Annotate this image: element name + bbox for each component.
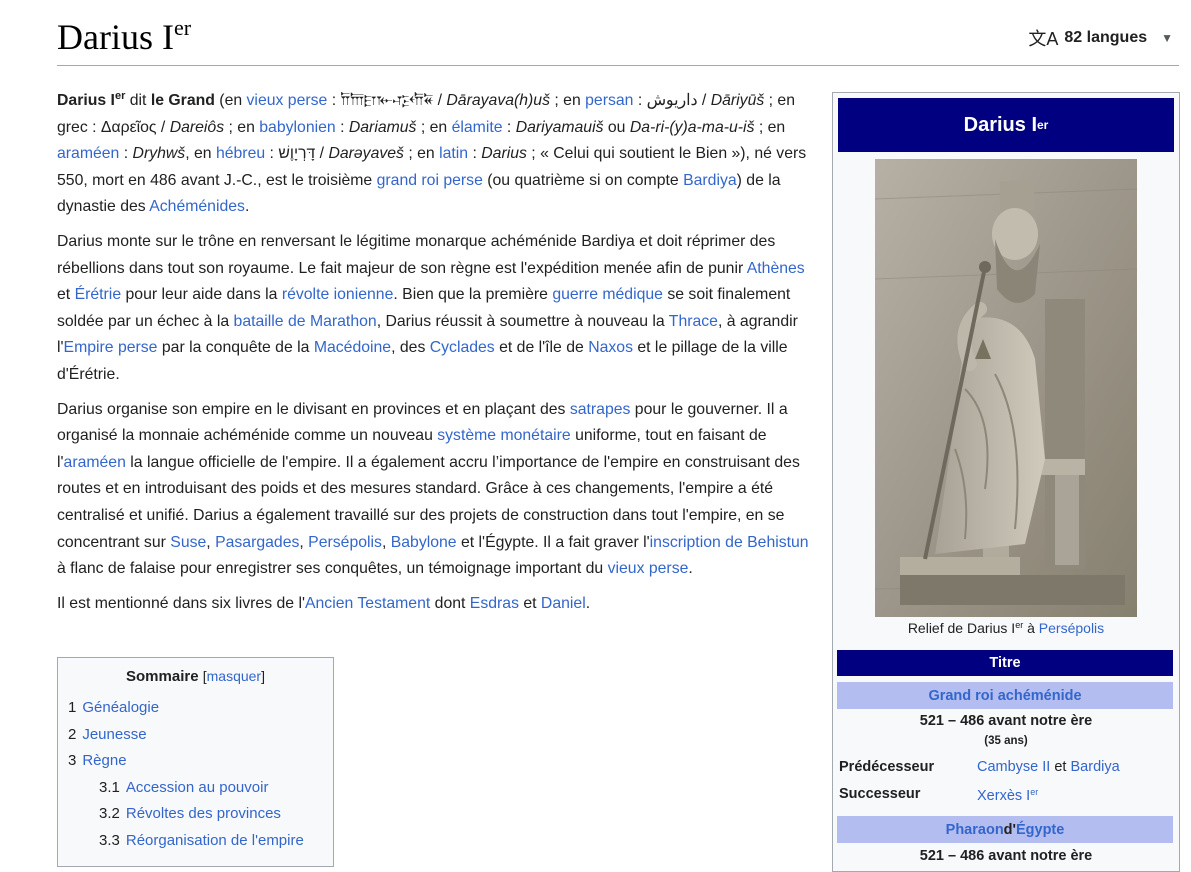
- pharaon-reign-dates: 521 – 486 avant notre ère: [919, 848, 1093, 864]
- link-bardiya[interactable]: Bardiya: [683, 172, 737, 189]
- successor-label: Successeur: [839, 786, 921, 802]
- chevron-down-icon: ▼: [1161, 31, 1173, 45]
- link-persepolis[interactable]: Persépolis: [308, 534, 382, 551]
- link-arameen[interactable]: araméen: [57, 145, 119, 162]
- link-xerxes[interactable]: Xerxès Ier: [977, 788, 1038, 805]
- link-grand-roi-perse[interactable]: grand roi perse: [377, 172, 483, 189]
- infobox-title: Darius Ier: [838, 98, 1174, 152]
- link-macedoine[interactable]: Macédoine: [314, 339, 391, 356]
- toc-item[interactable]: 3 Règne: [68, 748, 323, 775]
- toc-item[interactable]: 2 Jeunesse: [68, 722, 323, 749]
- intro-paragraph: Darius Ier dit le Grand (en vieux perse …: [57, 90, 807, 216]
- link-babylone[interactable]: Babylone: [391, 534, 457, 551]
- link-arameen-2[interactable]: araméen: [64, 454, 126, 471]
- link-behistun[interactable]: inscription de Behistun: [650, 534, 809, 551]
- link-hebreu[interactable]: hébreu: [216, 145, 265, 162]
- link-egypte[interactable]: Égypte: [1016, 822, 1064, 838]
- link-ancien-testament[interactable]: Ancien Testament: [305, 595, 430, 612]
- link-bardiya-infobox[interactable]: Bardiya: [1071, 759, 1120, 775]
- link-guerre-medique[interactable]: guerre médique: [552, 286, 663, 303]
- toc-item[interactable]: 1 Généalogie: [68, 695, 323, 722]
- role-header[interactable]: Grand roi achéménide: [837, 682, 1173, 709]
- link-revolte-ionienne[interactable]: révolte ionienne: [282, 286, 394, 303]
- link-elamite[interactable]: élamite: [452, 119, 503, 136]
- infobox: Darius Ier Relief de Darius Ier à Persép…: [832, 92, 1180, 872]
- link-pasargades[interactable]: Pasargades: [215, 534, 299, 551]
- link-persepolis-caption[interactable]: Persépolis: [1039, 620, 1104, 636]
- predecessor-row: Prédécesseur Cambyse II et Bardiya: [839, 759, 1120, 775]
- darius-relief-illustration: [875, 159, 1137, 617]
- pharaon-header: Pharaon d' Égypte: [837, 816, 1173, 843]
- link-eretrie[interactable]: Érétrie: [75, 286, 122, 303]
- organisation-paragraph: Darius organise son empire en le divisan…: [57, 400, 809, 578]
- link-vieux-perse-2[interactable]: vieux perse: [608, 560, 689, 577]
- toc-title: Sommaire: [126, 668, 199, 685]
- link-systeme-monetaire[interactable]: système monétaire: [437, 427, 570, 444]
- languages-label: 82 langues: [1064, 29, 1148, 46]
- toc-subitem[interactable]: 3.2 Révoltes des provinces: [68, 801, 323, 828]
- link-vieux-perse[interactable]: vieux perse: [247, 92, 328, 109]
- image-caption: Relief de Darius Ier à Persépolis: [907, 620, 1105, 636]
- languages-button[interactable]: 文A 82 langues ▼: [1028, 25, 1173, 51]
- reign-paragraph: Darius monte sur le trône en renversant …: [57, 232, 805, 383]
- link-empire-perse[interactable]: Empire perse: [64, 339, 158, 356]
- relief-image[interactable]: [875, 159, 1137, 617]
- link-latin[interactable]: latin: [439, 145, 468, 162]
- link-suse[interactable]: Suse: [170, 534, 206, 551]
- successor-row: Successeur Xerxès Ier: [839, 786, 1175, 804]
- link-pharaon[interactable]: Pharaon: [946, 822, 1004, 838]
- article-body: Darius Ier dit le Grand (en vieux perse …: [57, 88, 819, 625]
- reign-length: (35 ans): [984, 735, 1028, 747]
- link-satrapes[interactable]: satrapes: [570, 401, 631, 418]
- table-of-contents: Sommaire [masquer] 1 Généalogie 2 Jeunesse…: [57, 657, 334, 867]
- toc-hide-toggle[interactable]: masquer: [207, 668, 261, 684]
- section-titre-header: Titre: [837, 650, 1173, 676]
- link-daniel[interactable]: Daniel: [541, 595, 586, 612]
- toc-subitem[interactable]: 3.1 Accession au pouvoir: [68, 775, 323, 802]
- link-esdras[interactable]: Esdras: [470, 595, 519, 612]
- page-title: Darius Ier: [57, 15, 192, 58]
- link-thrace[interactable]: Thrace: [669, 313, 718, 330]
- link-cambyse[interactable]: Cambyse II: [977, 759, 1050, 775]
- predecessor-label: Prédécesseur: [839, 759, 935, 775]
- link-achemenides[interactable]: Achéménides: [149, 198, 245, 215]
- link-naxos[interactable]: Naxos: [588, 339, 633, 356]
- toc-subitem[interactable]: 3.3 Réorganisation de l'empire: [68, 828, 323, 855]
- link-babylonien[interactable]: babylonien: [259, 119, 335, 136]
- link-athenes[interactable]: Athènes: [747, 260, 805, 277]
- bible-paragraph: Il est mentionné dans six livres de l'An…: [57, 594, 591, 612]
- reign-dates: 521 – 486 avant notre ère: [919, 713, 1093, 729]
- link-marathon[interactable]: bataille de Marathon: [234, 313, 377, 330]
- title-row: Darius Ier 文A 82 langues ▼: [57, 10, 1179, 66]
- translate-icon: 文A: [1028, 29, 1059, 49]
- toc-header: Sommaire [masquer]: [126, 668, 265, 685]
- link-cyclades[interactable]: Cyclades: [430, 339, 495, 356]
- link-persan[interactable]: persan: [585, 92, 633, 109]
